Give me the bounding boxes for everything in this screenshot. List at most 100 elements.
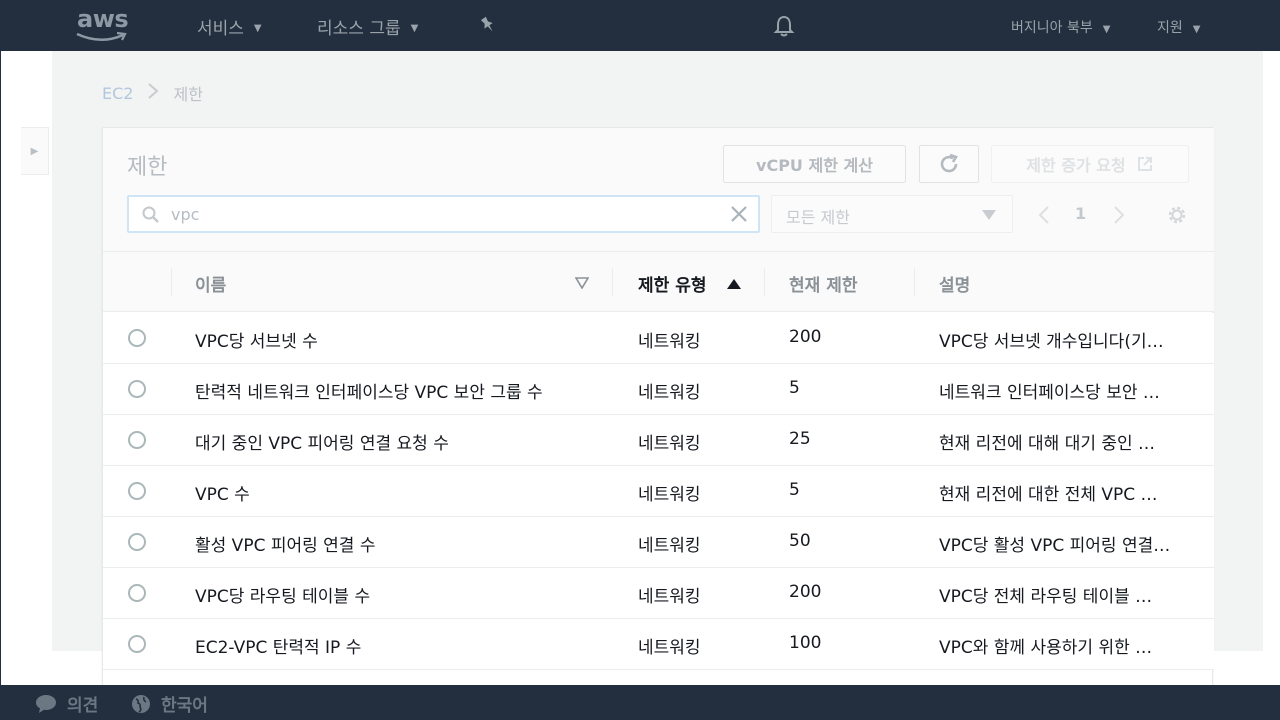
row-type: 네트워킹 [638, 587, 701, 607]
language-selector[interactable]: 한국어 [131, 691, 208, 716]
column-divider [171, 268, 172, 296]
row-type: 네트워킹 [638, 383, 701, 403]
row-current-limit: 200 [789, 327, 822, 347]
search-field[interactable] [127, 195, 760, 233]
chevron-down-icon: ▼ [253, 23, 262, 34]
row-type: 네트워킹 [638, 638, 701, 658]
column-divider [914, 268, 915, 296]
row-radio-button[interactable] [128, 431, 146, 449]
search-input[interactable] [171, 201, 711, 227]
column-divider [764, 268, 765, 296]
table-row[interactable]: VPC당 서브넷 수 네트워킹 200 VPC당 서브넷 개수입니다(기… [103, 313, 1214, 364]
row-name: VPC당 라우팅 테이블 수 [195, 587, 371, 607]
row-name: 탄력적 네트워크 인터페이스당 VPC 보안 그룹 수 [195, 383, 543, 403]
previous-page-button[interactable] [1038, 205, 1050, 230]
feedback-link[interactable]: 의견 [35, 691, 98, 716]
refresh-icon [940, 153, 958, 173]
clear-icon[interactable] [730, 205, 748, 223]
row-description: 현재 리전에 대한 전체 VPC … [939, 485, 1158, 505]
row-radio-button[interactable] [128, 533, 146, 551]
row-description: 네트워크 인터페이스당 보안 … [939, 383, 1160, 403]
row-current-limit: 200 [789, 582, 822, 602]
row-name: VPC 수 [195, 485, 250, 505]
limit-filter-select[interactable]: 모든 제한 [771, 195, 1013, 233]
table-row[interactable]: VPC 수 네트워킹 5 현재 리전에 대한 전체 VPC … [103, 466, 1214, 517]
support-menu[interactable]: 지원 ▼ [1157, 17, 1200, 37]
table-row[interactable]: 활성 VPC 피어링 연결 수 네트워킹 50 VPC당 활성 VPC 피어링 … [103, 517, 1214, 568]
chevron-right-icon [147, 82, 159, 105]
resource-groups-label: 리소스 그룹 [317, 19, 401, 39]
current-page-number[interactable]: 1 [1075, 204, 1086, 223]
breadcrumb-ec2-link[interactable]: EC2 [102, 84, 133, 103]
row-description: VPC당 활성 VPC 피어링 연결… [939, 536, 1171, 556]
main-content: ▶ EC2 제한 제한 vCPU 제한 계산 제한 증가 요청 vpc 모든 제… [1, 51, 1280, 687]
side-nav-toggle[interactable]: ▶ [21, 127, 49, 175]
speech-bubble-icon [36, 694, 56, 713]
row-radio-button[interactable] [128, 380, 146, 398]
row-name: EC2-VPC 탄력적 IP 수 [195, 638, 362, 658]
globe-icon [132, 694, 150, 713]
services-menu[interactable]: 서비스 ▼ [197, 14, 262, 39]
bell-icon[interactable] [773, 14, 795, 42]
column-header-name[interactable]: 이름 [195, 271, 226, 296]
support-label: 지원 [1157, 20, 1183, 36]
page-title: 제한 [127, 155, 168, 180]
chevron-down-icon: ▼ [1102, 23, 1111, 35]
gear-icon[interactable] [1166, 204, 1188, 230]
row-radio-button[interactable] [128, 584, 146, 602]
limits-table-card: 제한 vCPU 제한 계산 제한 증가 요청 vpc 모든 제한 1 이름 제한… [102, 127, 1214, 687]
row-name: 활성 VPC 피어링 연결 수 [195, 536, 376, 556]
chevron-down-icon: ▼ [410, 23, 419, 34]
row-name: 대기 중인 VPC 피어링 연결 요청 수 [195, 434, 449, 454]
row-description: VPC당 서브넷 개수입니다(기… [939, 332, 1164, 352]
row-description: 현재 리전에 대해 대기 중인 … [939, 434, 1156, 454]
aws-smile-icon [76, 31, 127, 41]
request-limit-increase-label: 제한 증가 요청 [1026, 156, 1126, 175]
column-header-current-limit[interactable]: 현재 제한 [789, 271, 857, 296]
row-radio-button[interactable] [128, 482, 146, 500]
row-description: VPC당 전체 라우팅 테이블 … [939, 587, 1153, 607]
row-radio-button[interactable] [128, 635, 146, 653]
region-menu[interactable]: 버지니아 북부 ▼ [1011, 17, 1110, 37]
column-header-type[interactable]: 제한 유형 [638, 271, 706, 296]
table-row[interactable]: VPC당 라우팅 테이블 수 네트워킹 200 VPC당 전체 라우팅 테이블 … [103, 568, 1214, 619]
breadcrumb-current: 제한 [173, 85, 203, 104]
region-label: 버지니아 북부 [1011, 20, 1093, 36]
sort-ascending-icon[interactable] [727, 279, 741, 289]
request-limit-increase-button[interactable]: 제한 증가 요청 [991, 145, 1189, 183]
refresh-button[interactable] [919, 145, 979, 183]
chevron-down-icon: ▼ [1192, 23, 1201, 35]
resource-groups-menu[interactable]: 리소스 그룹 ▼ [317, 14, 418, 39]
console-footer: 의견 한국어 [1, 685, 1280, 720]
sort-icon[interactable] [575, 277, 589, 289]
caret-right-icon: ▶ [30, 145, 39, 157]
row-type: 네트워킹 [638, 434, 701, 454]
row-current-limit: 5 [789, 480, 800, 500]
row-current-limit: 25 [789, 429, 811, 449]
row-type: 네트워킹 [638, 536, 701, 556]
filter-selected-label: 모든 제한 [786, 208, 850, 227]
pin-icon[interactable] [479, 15, 497, 39]
table-header-panel: 제한 vCPU 제한 계산 제한 증가 요청 vpc 모든 제한 1 [103, 128, 1214, 252]
column-header-description[interactable]: 설명 [939, 271, 970, 296]
row-current-limit: 50 [789, 531, 811, 551]
table-column-header: 이름 제한 유형 현재 제한 설명 [103, 252, 1214, 312]
aws-logo-text: aws [77, 5, 129, 33]
breadcrumb: EC2 제한 [102, 81, 203, 105]
table-row[interactable]: 대기 중인 VPC 피어링 연결 요청 수 네트워킹 25 현재 리전에 대해 … [103, 415, 1214, 466]
table-row[interactable]: EC2-VPC 탄력적 IP 수 네트워킹 100 VPC와 함께 사용하기 위… [103, 619, 1214, 670]
aws-logo[interactable]: aws [73, 5, 133, 43]
top-navigation-bar: aws 서비스 ▼ 리소스 그룹 ▼ 버지니아 북부 ▼ 지원 ▼ [1, 1, 1280, 51]
feedback-label: 의견 [67, 696, 99, 716]
vcpu-calculator-button[interactable]: vCPU 제한 계산 [723, 145, 906, 183]
row-current-limit: 100 [789, 633, 822, 653]
row-type: 네트워킹 [638, 332, 701, 352]
row-description: VPC와 함께 사용하기 위한 … [939, 638, 1153, 658]
caret-down-icon [982, 210, 996, 220]
search-icon [142, 206, 159, 223]
table-row[interactable]: 탄력적 네트워크 인터페이스당 VPC 보안 그룹 수 네트워킹 5 네트워크 … [103, 364, 1214, 415]
next-page-button[interactable] [1113, 205, 1125, 230]
language-label: 한국어 [161, 696, 208, 716]
row-radio-button[interactable] [128, 329, 146, 347]
column-divider [612, 268, 613, 296]
